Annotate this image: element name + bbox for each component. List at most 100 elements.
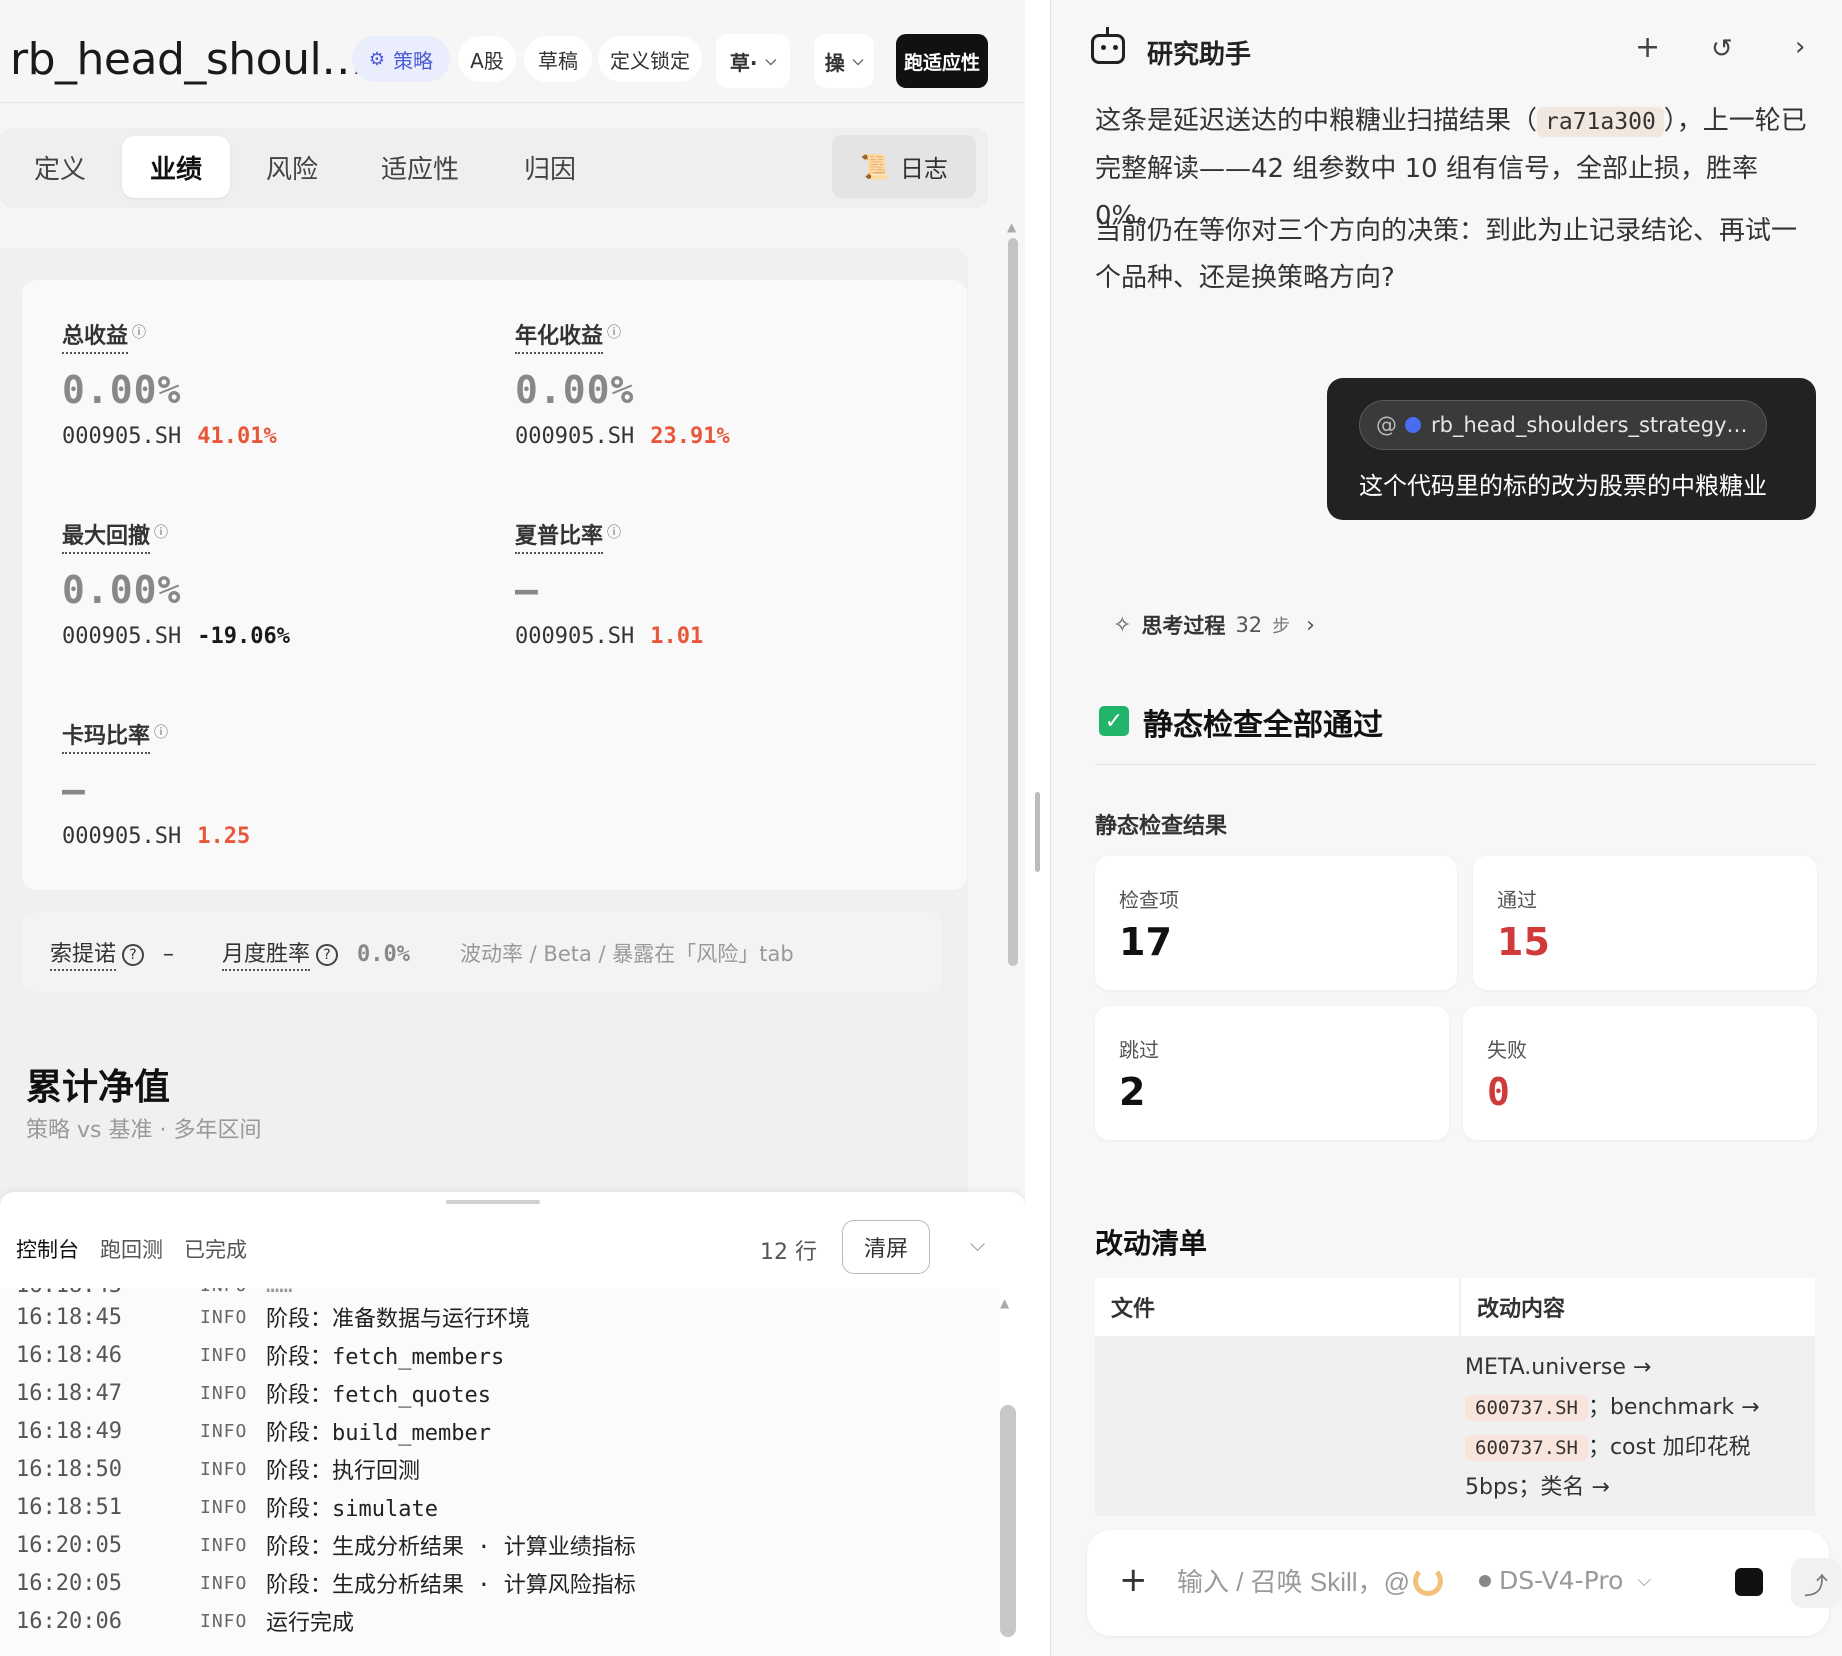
log-timestamp: 16:18:47 <box>16 1380 122 1406</box>
stat-value: 15 <box>1497 920 1550 964</box>
metric-label[interactable]: 总收益 <box>62 318 129 354</box>
user-message: @ rb_head_shoulders_strategy… 这个代码里的标的改为股… <box>1327 378 1816 520</box>
stat-value: 0 <box>1487 1070 1510 1114</box>
history-icon[interactable]: ↺ <box>1711 34 1733 64</box>
info-icon[interactable]: ⓘ <box>132 325 146 341</box>
log-timestamp: 16:18:49 <box>16 1418 122 1444</box>
send-button[interactable]: ⤴ <box>1791 1558 1841 1608</box>
user-message-text: 这个代码里的标的改为股票的中粮糖业 <box>1359 472 1767 500</box>
assistant-message-2: 当前仍在等你对三个方向的决策：到此为止记录结论、再试一个品种、还是换策略方向? <box>1095 216 1798 293</box>
chat-input-bar: + DS-V4-Pro ⌵ ⤴ <box>1087 1530 1841 1636</box>
robot-icon <box>1091 27 1125 64</box>
status-dropdown[interactable]: 草· ⌵ <box>716 34 790 88</box>
chevron-down-icon[interactable]: ⌵ <box>970 1232 985 1256</box>
sortino-label[interactable]: 索提诺 <box>50 942 117 971</box>
plus-icon[interactable]: + <box>1635 30 1660 65</box>
changes-table: 文件 改动内容 META.universe → 600737.SH ；benchm… <box>1095 1278 1815 1516</box>
tab-definition[interactable]: 定义 <box>14 136 106 198</box>
metric-value: 0.00% <box>62 568 182 612</box>
log-row: 16:20:05 INFO 阶段：生成分析结果 · 计算风险指标 <box>16 1564 636 1602</box>
tab-console[interactable]: 控制台 <box>16 1234 79 1264</box>
backtest-pane: rb_head_shoul… ⚙ 策略 A股 草稿 定义锁定 草· ⌵ 操 ⌵ 跑适… <box>0 0 1025 1656</box>
scroll-up-icon[interactable]: ▲ <box>1000 1296 1009 1310</box>
tab-performance[interactable]: 业绩 <box>122 136 230 198</box>
log-level: INFO <box>200 1344 248 1366</box>
stat-label: 通过 <box>1497 888 1537 912</box>
scroll-up-icon[interactable]: ▲ <box>1007 220 1016 234</box>
monthly-win-label[interactable]: 月度胜率 <box>222 942 311 971</box>
stop-icon[interactable] <box>1735 1568 1763 1596</box>
tab-completed[interactable]: 已完成 <box>184 1234 247 1264</box>
log-timestamp: 16:18:51 <box>16 1494 122 1520</box>
info-icon[interactable]: ⓘ <box>154 725 168 741</box>
assistant-title: 研究助手 <box>1147 40 1252 70</box>
monthly-win-stat: 月度胜率? 0.0% <box>222 936 410 971</box>
divider <box>1095 764 1815 765</box>
metric-annual-return: 年化收益 ⓘ 0.00% 000905.SH 23.91% <box>515 318 730 449</box>
log-row: 16:18:49 INFO 阶段：build_member <box>16 1412 491 1450</box>
splitter-handle[interactable] <box>1035 792 1040 872</box>
results-heading: 静态检查结果 <box>1095 814 1228 839</box>
draft-chip[interactable]: 草稿 <box>524 36 592 82</box>
run-adaptability-button[interactable]: 跑适应性 <box>896 34 988 88</box>
stat-card-failed: 失败 0 <box>1463 1006 1817 1140</box>
log-message: 阶段：准备数据与运行环境 <box>266 1307 531 1332</box>
metric-label[interactable]: 年化收益 <box>515 318 604 354</box>
monthly-win-value: 0.0% <box>357 942 410 967</box>
chat-input[interactable] <box>1177 1562 1427 1602</box>
action-dropdown[interactable]: 操 ⌵ <box>814 34 874 88</box>
assistant-header: 研究助手 + ↺ › <box>1051 0 1842 100</box>
col-header-change: 改动内容 <box>1461 1278 1815 1336</box>
panel-scrollbar[interactable] <box>1008 238 1018 966</box>
tab-risk[interactable]: 风险 <box>244 136 340 198</box>
log-row: 16:20:06 INFO 运行完成 <box>16 1602 354 1640</box>
change-cell: META.universe → 600737.SH ；benchmark → 60… <box>1465 1355 1760 1500</box>
info-icon[interactable]: ⓘ <box>607 525 621 541</box>
log-button[interactable]: 📜 日志 <box>832 135 976 198</box>
log-timestamp: 16:18:46 <box>16 1342 122 1368</box>
scroll-icon: 📜 <box>860 152 890 181</box>
chevron-down-icon: ⌵ <box>765 53 777 69</box>
col-header-file: 文件 <box>1095 1278 1459 1336</box>
strategy-chip[interactable]: ⚙ 策略 <box>352 36 450 82</box>
metric-label[interactable]: 夏普比率 <box>515 518 604 554</box>
log-row: 16:18:50 INFO 阶段：执行回测 <box>16 1450 420 1488</box>
log-level: INFO <box>200 1458 248 1480</box>
console-scrollbar[interactable] <box>1000 1405 1016 1637</box>
metric-value: 0.00% <box>62 368 182 412</box>
changes-heading: 改动清单 <box>1095 1227 1208 1260</box>
log-row: 16:18:47 INFO 阶段：fetch_quotes <box>16 1374 491 1412</box>
help-icon[interactable]: ? <box>122 944 145 966</box>
log-message: 阶段：build_member <box>266 1421 491 1446</box>
plus-icon[interactable]: + <box>1119 1560 1148 1600</box>
sparkle-icon: ✧ <box>1113 612 1132 638</box>
clear-button[interactable]: 清屏 <box>842 1220 930 1274</box>
tab-attribution[interactable]: 归因 <box>502 136 598 198</box>
help-icon[interactable]: ? <box>316 944 339 966</box>
log-level: INFO <box>200 1572 248 1594</box>
metric-label[interactable]: 卡玛比率 <box>62 718 151 754</box>
locked-chip[interactable]: 定义锁定 <box>598 36 702 82</box>
log-message: 阶段：fetch_quotes <box>266 1383 491 1408</box>
log-row: 16:18:51 INFO 阶段：simulate <box>16 1488 438 1526</box>
thinking-toggle[interactable]: ✧ 思考过程 32 步 › <box>1113 610 1315 640</box>
chevron-right-icon[interactable]: › <box>1795 32 1805 62</box>
log-row: 16:18:46 INFO 阶段：fetch_members <box>16 1336 504 1374</box>
benchmark-line: 000905.SH 1.01 <box>515 624 704 649</box>
stat-label: 检查项 <box>1119 888 1179 912</box>
log-level: INFO <box>200 1420 248 1442</box>
metrics-card: 总收益 ⓘ 0.00% 000905.SH 41.01% 年化收益 ⓘ 0.00% 0… <box>22 280 967 890</box>
check-icon: ✓ <box>1099 706 1129 736</box>
model-selector[interactable]: DS-V4-Pro ⌵ <box>1479 1566 1651 1595</box>
tab-adaptability[interactable]: 适应性 <box>356 136 484 198</box>
log-timestamp: 16:20:05 <box>16 1570 122 1596</box>
info-icon[interactable]: ⓘ <box>607 325 621 341</box>
status-dot-icon <box>1479 1574 1491 1587</box>
metric-label[interactable]: 最大回撤 <box>62 518 151 554</box>
market-chip[interactable]: A股 <box>458 36 516 82</box>
tab-run-backtest[interactable]: 跑回测 <box>100 1234 163 1264</box>
drag-handle[interactable] <box>446 1200 540 1204</box>
nav-chart-title: 累计净值 <box>26 1067 171 1108</box>
info-icon[interactable]: ⓘ <box>154 525 168 541</box>
file-reference-chip[interactable]: @ rb_head_shoulders_strategy… <box>1359 400 1767 450</box>
